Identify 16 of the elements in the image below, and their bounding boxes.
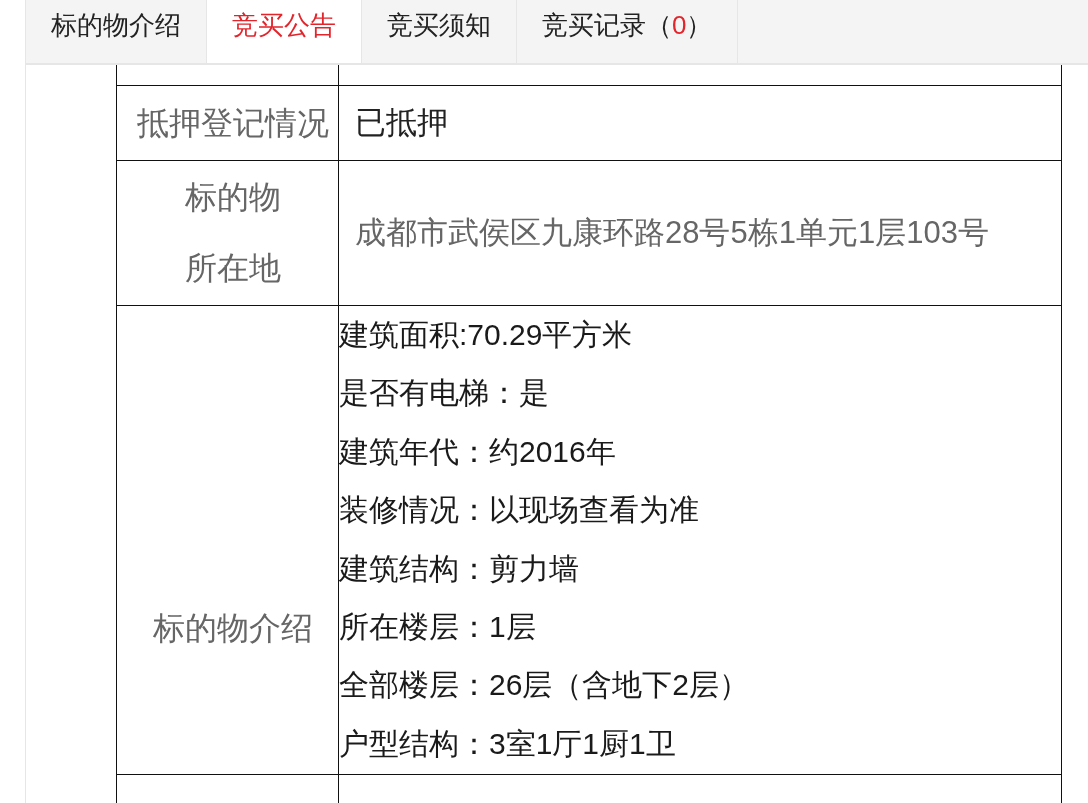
detail-line: 全部楼层：26层（含地下2层） (339, 667, 750, 704)
detail-line: 建筑结构：剪力墙 (339, 550, 579, 587)
tab[interactable]: 竞买记录（0） (517, 0, 739, 63)
field-label: 标的物所在地 (184, 178, 281, 288)
tab[interactable]: 竞买公告 (207, 0, 362, 63)
detail-line: 户型结构：3室1厅1厨1卫 (339, 725, 676, 762)
detail-line: 装修情况：以现场查看为准 (339, 492, 699, 529)
field-value: 已抵押 (355, 104, 448, 142)
address-value: 成都市武侯区九康环路28号5栋1单元1层103号 (355, 214, 989, 252)
detail-line: 建筑年代：约2016年 (339, 433, 616, 470)
detail-line: 建筑面积:70.29平方米 (339, 317, 633, 353)
tab[interactable]: 竞买须知 (362, 0, 517, 63)
detail-line: 是否有电梯：是 (339, 375, 549, 412)
field-label: 抵押登记情况 (136, 104, 329, 143)
field-label: 标的物介绍 (152, 609, 313, 648)
detail-line: 所在楼层：1层 (339, 609, 536, 646)
